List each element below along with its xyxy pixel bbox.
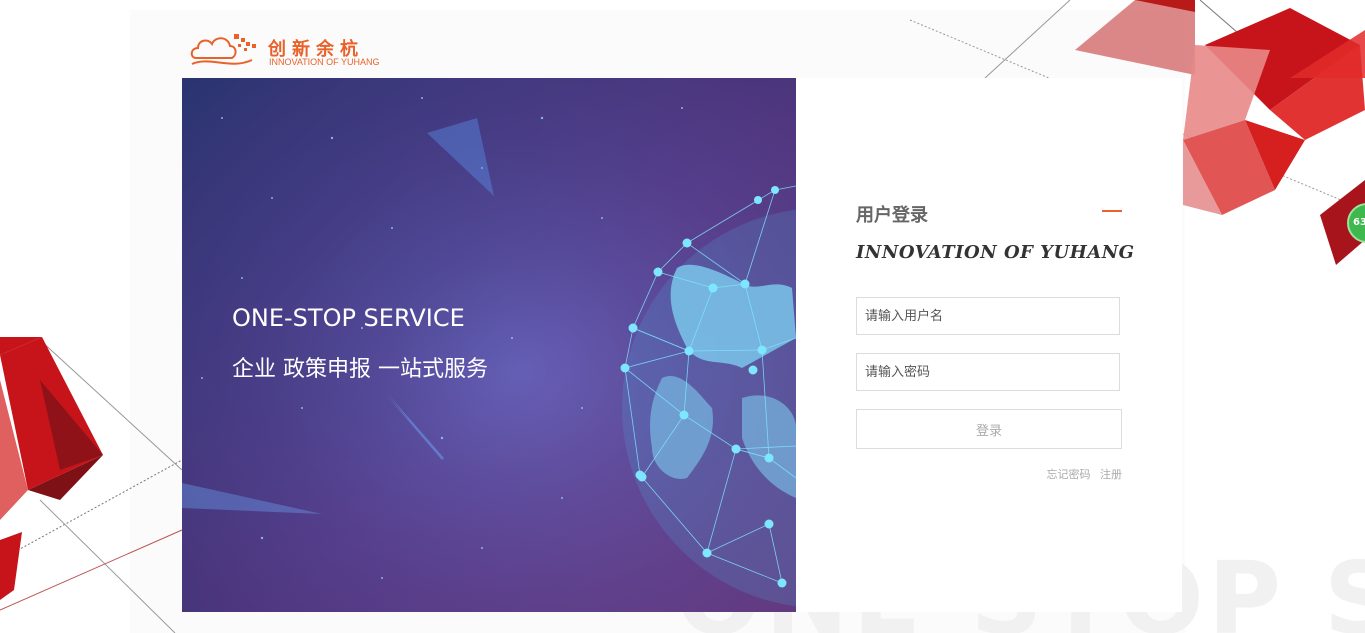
- title-accent-dash: [1102, 210, 1122, 212]
- site-logo[interactable]: 创新余杭 INNOVATION OF YUHANG: [190, 30, 400, 70]
- login-brand-text: INNOVATION OF YUHANG: [856, 242, 1135, 263]
- hero-subtitle: 企业 政策申报 一站式服务: [232, 357, 488, 382]
- register-link[interactable]: 注册: [1100, 468, 1122, 481]
- logo-title-en: INNOVATION OF YUHANG: [269, 57, 380, 67]
- password-input[interactable]: [856, 353, 1120, 391]
- username-input[interactable]: [856, 297, 1120, 335]
- globe-network-illustration: [182, 97, 796, 607]
- login-page: ONE-STOP SERVICE: [0, 0, 1365, 633]
- hero-banner: ONE-STOP SERVICE 企业 政策申报 一站式服务: [182, 78, 796, 612]
- forgot-password-link[interactable]: 忘记密码: [1047, 468, 1091, 481]
- auth-links: 忘记密码 注册: [996, 466, 1123, 482]
- floating-badge[interactable]: 63: [1347, 203, 1365, 243]
- login-card: 用户登录 INNOVATION OF YUHANG 登录 忘记密码 注册: [796, 78, 1182, 612]
- login-button[interactable]: 登录: [856, 409, 1122, 449]
- hero-title: ONE-STOP SERVICE: [232, 304, 465, 332]
- login-title: 用户登录: [856, 205, 928, 226]
- cloud-logo-icon: [190, 34, 256, 65]
